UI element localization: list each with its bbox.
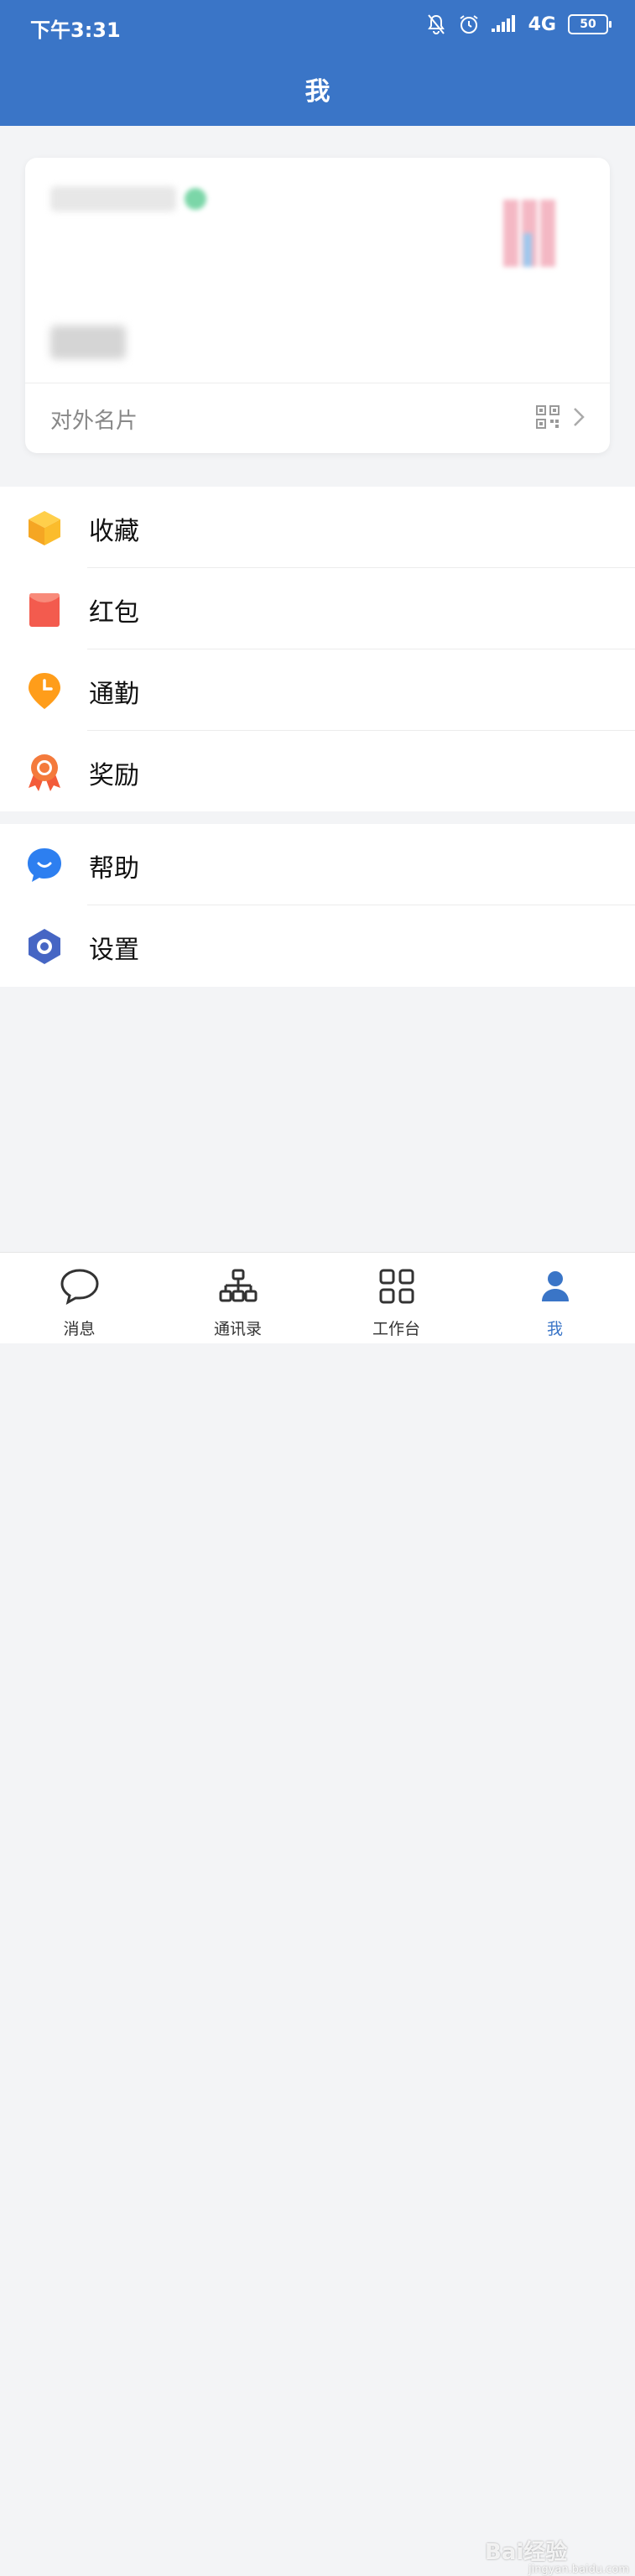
- tab-workbench[interactable]: 工作台: [317, 1253, 476, 1343]
- tab-label-messages: 消息: [63, 1320, 96, 1338]
- status-bar: 下午3:31 4G 50: [0, 0, 635, 54]
- blurred-company-name: [50, 186, 176, 211]
- me-person-icon: [541, 1271, 569, 1301]
- network-type: 4G: [528, 13, 556, 35]
- menu-label-favorites: 收藏: [89, 517, 139, 546]
- red-envelope-icon: [29, 593, 60, 627]
- message-bubble-icon: [60, 1269, 99, 1305]
- alarm-clock-icon: [460, 15, 478, 34]
- signal-icon: [491, 15, 515, 32]
- business-card-label: 对外名片: [50, 409, 138, 434]
- tab-label-workbench: 工作台: [372, 1320, 420, 1338]
- company-logo: [503, 200, 555, 267]
- watermark-sub: jingyan.baidu.com: [528, 2563, 629, 2576]
- contacts-org-icon: [219, 1269, 257, 1302]
- tab-label-me: 我: [546, 1320, 563, 1338]
- menu-label-help: 帮助: [89, 854, 139, 884]
- tab-messages[interactable]: 消息: [0, 1253, 159, 1343]
- qr-code-icon: [536, 405, 560, 429]
- profile-card[interactable]: 对外名片: [25, 158, 610, 453]
- settings-hexagon-icon: [29, 929, 60, 964]
- status-time: 下午3:31: [30, 18, 121, 42]
- tab-me[interactable]: 我: [476, 1253, 634, 1343]
- commute-location-clock-icon: [29, 673, 60, 709]
- watermark: Bai经验: [485, 2540, 568, 2565]
- menu-item-commute[interactable]: 通勤: [0, 649, 635, 731]
- bottom-tab-bar: 消息 通讯录 工作台 我 Bai经验 jingyan.baidu.com: [0, 1252, 635, 2576]
- verified-badge-icon: [185, 188, 206, 210]
- menu-label-settings: 设置: [89, 936, 139, 965]
- menu-label-red-envelope: 红包: [89, 598, 139, 628]
- help-chat-icon: [28, 848, 61, 882]
- status-icons: 4G 50: [426, 13, 612, 35]
- chevron-right-icon: [574, 408, 585, 426]
- favorites-box-icon: [29, 511, 60, 545]
- reward-medal-icon: [29, 754, 60, 791]
- menu-item-favorites[interactable]: 收藏: [0, 487, 635, 568]
- mute-bell-icon: [427, 14, 445, 34]
- menu-item-settings[interactable]: 设置: [0, 905, 635, 987]
- menu-label-commute: 通勤: [89, 680, 139, 709]
- menu-label-reward: 奖励: [89, 761, 139, 790]
- workbench-grid-icon: [379, 1269, 414, 1304]
- business-card-row[interactable]: 对外名片: [25, 383, 610, 453]
- blurred-user-name: [50, 326, 126, 359]
- nav-bar: 我: [0, 54, 635, 126]
- page-title: 我: [304, 77, 331, 107]
- menu-item-help[interactable]: 帮助: [0, 824, 635, 905]
- menu-group-secondary: 帮助 设置: [0, 824, 635, 987]
- menu-item-red-envelope[interactable]: 红包: [0, 568, 635, 649]
- tab-label-contacts: 通讯录: [213, 1320, 262, 1338]
- menu-item-reward[interactable]: 奖励: [0, 731, 635, 812]
- tab-contacts[interactable]: 通讯录: [159, 1253, 317, 1343]
- battery-icon: 50: [568, 14, 612, 34]
- menu-group-primary: 收藏 红包 通勤 奖励: [0, 487, 635, 811]
